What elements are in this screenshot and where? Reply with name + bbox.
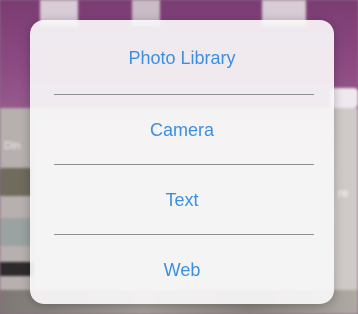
background-right-panel (336, 108, 358, 314)
photo-library-option[interactable]: Photo Library (30, 22, 334, 94)
background-right-label: re (338, 186, 349, 200)
web-option[interactable]: Web (30, 234, 334, 304)
background-side-label: Din (4, 140, 21, 152)
background-dark-strip (0, 262, 34, 276)
background-left-panel (0, 108, 34, 314)
text-option[interactable]: Text (30, 164, 334, 236)
background-thumbnail (0, 218, 32, 246)
camera-option[interactable]: Camera (30, 94, 334, 166)
action-sheet: Photo Library Camera Text Web (30, 20, 334, 304)
background-thumbnail (0, 168, 32, 196)
background-bubble (330, 88, 358, 108)
